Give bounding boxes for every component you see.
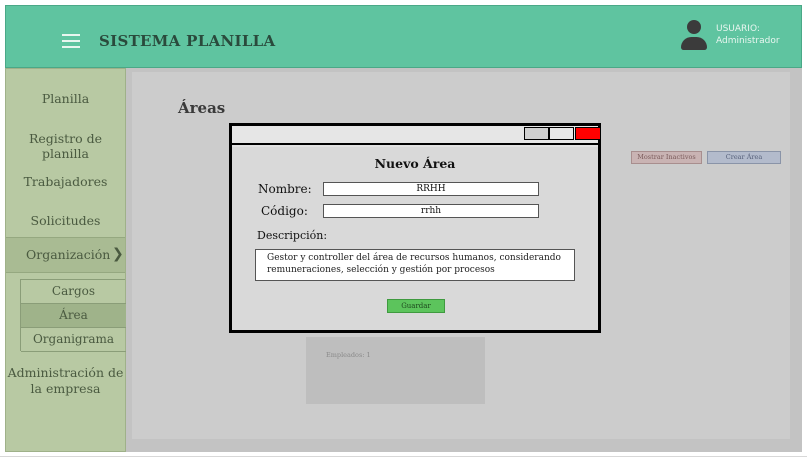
description-field[interactable]: Gestor y controller del área de recursos… (255, 249, 575, 281)
maximize-button[interactable] (549, 127, 574, 140)
user-name: Administrador (716, 36, 780, 46)
close-button[interactable] (575, 127, 601, 140)
dialog-heading: Nuevo Área (374, 156, 456, 171)
description-label: Descripción: (257, 229, 328, 242)
user-avatar-icon[interactable] (680, 20, 708, 56)
code-field[interactable]: rrhh (323, 204, 539, 218)
area-card[interactable]: Empleados: 1 (306, 337, 485, 404)
app-header: SISTEMA PLANILLA USUARIO: Administrador (5, 5, 802, 68)
user-label: USUARIO: (716, 24, 760, 34)
show-inactive-button[interactable]: Mostrar Inactivos (631, 151, 702, 164)
dialog-body: Nuevo Área Nombre: RRHH Código: rrhh Des… (232, 147, 598, 330)
create-area-button[interactable]: Crear Área (707, 151, 781, 164)
sidebar-item-planilla[interactable]: Planilla (6, 91, 125, 106)
menu-icon[interactable] (62, 34, 80, 48)
minimize-button[interactable] (524, 127, 549, 140)
submenu-item-organigrama[interactable]: Organigrama (21, 328, 126, 352)
divider (0, 456, 807, 457)
sidebar-item-registro-planilla[interactable]: Registro de planilla (6, 131, 125, 161)
new-area-dialog: Nuevo Área Nombre: RRHH Código: rrhh Des… (229, 123, 601, 333)
sidebar-item-label: Organización (26, 247, 111, 262)
chevron-right-icon: ❯ (112, 246, 124, 262)
sidebar-item-administracion-empresa[interactable]: Administración de la empresa (6, 365, 125, 397)
description-line: Gestor y controller del área de recursos… (267, 253, 561, 263)
sidebar: Planilla Registro de planilla Trabajador… (5, 68, 126, 452)
submenu-item-cargos[interactable]: Cargos (21, 280, 126, 304)
code-label: Código: (261, 204, 308, 218)
sidebar-item-solicitudes[interactable]: Solicitudes (6, 213, 125, 228)
user-info[interactable]: USUARIO: Administrador (716, 23, 780, 47)
sidebar-item-trabajadores[interactable]: Trabajadores (6, 174, 125, 189)
save-button[interactable]: Guardar (387, 299, 445, 313)
submenu-item-area[interactable]: Área (21, 304, 126, 328)
submenu-organizacion: Cargos Área Organigrama (20, 279, 126, 352)
employee-count: Empleados: 1 (326, 351, 371, 359)
name-field[interactable]: RRHH (323, 182, 539, 196)
sidebar-item-organizacion[interactable]: Organización ❯ (6, 237, 125, 273)
page-title: Áreas (178, 99, 226, 117)
dialog-titlebar[interactable] (232, 126, 601, 145)
description-line: remuneraciones, selección y gestión por … (267, 264, 495, 275)
sidebar-item-label: Administración de (7, 365, 124, 380)
sidebar-item-label: la empresa (30, 381, 101, 396)
name-label: Nombre: (258, 182, 312, 196)
app-title: SISTEMA PLANILLA (99, 32, 276, 50)
